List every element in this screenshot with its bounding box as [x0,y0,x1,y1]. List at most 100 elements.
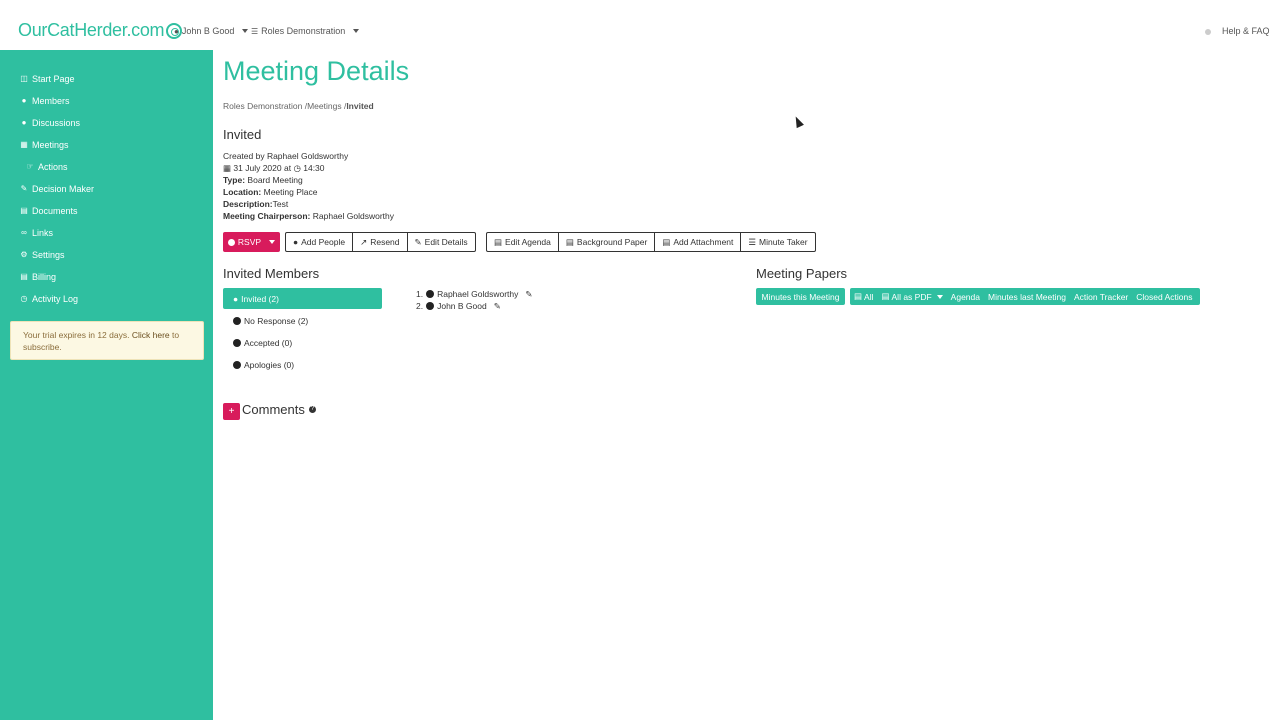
document-icon: ▤ [854,291,863,301]
user-menu[interactable]: ● John B Good [174,26,249,36]
info-icon [233,316,241,325]
sidebar-item-label: Documents [32,206,78,216]
document-icon: ▤ [494,236,503,247]
comments-title: Comments [242,402,305,417]
subscribe-link[interactable]: Click here [132,330,170,340]
top-navbar: OurCatHerder.com ● John B Good ☰ Roles D… [0,0,1280,50]
edit-icon[interactable]: ✎ [525,288,532,300]
filter-accepted[interactable]: Accepted (0) [223,332,382,353]
info-icon [426,302,435,310]
chair-label: Meeting Chairperson: [223,211,311,221]
filter-label: Invited (2) [241,293,279,304]
resend-button[interactable]: ↗ Resend [352,232,408,252]
sidebar-item-members[interactable]: ● Members [20,96,70,106]
sidebar-item-label: Billing [32,272,57,282]
logo[interactable]: OurCatHerder.com [18,20,183,41]
minutes-last-meeting-button[interactable]: Minutes last Meeting [984,292,1070,302]
filter-no-response[interactable]: No Response (2) [223,310,382,331]
breadcrumb-meetings[interactable]: Meetings / [307,101,346,111]
meeting-datetime: ▦ 31 July 2020 at ◷ 14:30 [223,162,394,174]
member-name: Raphael Goldsworthy [437,289,519,299]
list-item: 1. Raphael Goldsworthy ✎ [416,288,532,300]
logo-text: OurCatHerder.com [18,20,165,40]
help-faq-link[interactable]: Help & FAQ [1222,26,1270,36]
chevron-down-icon [353,29,360,33]
users-icon: ● [21,118,27,127]
edit-icon[interactable]: ✎ [494,300,501,312]
sidebar-item-meetings[interactable]: ▦ Meetings [20,140,68,150]
closed-actions-button[interactable]: Closed Actions [1132,292,1196,302]
organisation-menu[interactable]: ☰ Roles Demonstration [251,26,360,36]
edit-details-button[interactable]: ✎ Edit Details [406,232,476,252]
status-dot-icon [1205,29,1211,35]
add-comment-button[interactable]: + [223,403,240,420]
calendar-icon: ▦ [223,163,232,173]
chevron-down-icon [936,294,943,299]
sidebar-item-activity-log[interactable]: ◷ Activity Log [20,294,79,304]
sidebar-item-settings[interactable]: ⚙ Settings [20,250,65,260]
sidebar-item-label: Links [32,228,54,238]
sidebar-item-label: Actions [38,162,68,172]
all-as-pdf-button[interactable]: ▤ All as PDF [877,291,946,302]
add-attachment-label: Add Attachment [673,237,734,247]
list-item: 2. John B Good ✎ [416,300,532,312]
chair-value: Raphael Goldsworthy [312,211,395,221]
all-button[interactable]: ▤ All [850,291,877,302]
breadcrumb-current: Invited [346,101,374,111]
add-attachment-button[interactable]: ▤ Add Attachment [654,232,742,252]
pdf-icon: ▤ [881,291,890,301]
papers-toolbar: ▤ All ▤ All as PDF Agenda Minutes last Mee… [850,288,1200,305]
share-icon: ↗ [360,236,368,247]
filter-invited[interactable]: ● Invited (2) [223,288,382,309]
agenda-label: Agenda [950,291,980,302]
pencil-icon: ✎ [20,184,28,193]
minute-taker-button[interactable]: ☰ Minute Taker [740,232,816,252]
rsvp-button[interactable]: RSVP [223,232,280,252]
users-icon: ● [293,237,299,247]
background-paper-button[interactable]: ▤ Background Paper [557,232,656,252]
sidebar-item-documents[interactable]: ▤ Documents [20,206,78,216]
dashboard-icon: ◫ [20,74,28,83]
clock-icon: ◷ [293,163,301,173]
page-title: Meeting Details [223,56,410,86]
calendar-icon: ▦ [20,140,28,149]
created-by: Created by Raphael Goldsworthy [223,151,349,161]
comments-heading: Comments ? [242,402,316,417]
meeting-actions-group: ● Add People ↗ Resend ✎ Edit Details [285,232,476,252]
filter-label: Accepted (0) [244,337,293,348]
meeting-description: Description:Test [223,198,394,210]
meeting-time: 14:30 [303,163,325,173]
list-number: 2. [416,301,424,311]
filter-apologies[interactable]: Apologies (0) [223,354,382,375]
resend-label: Resend [370,237,400,247]
action-tracker-button[interactable]: Action Tracker [1070,292,1132,302]
sidebar-item-label: Settings [32,250,65,260]
all-label: All [864,291,874,302]
background-paper-label: Background Paper [576,237,648,247]
sidebar-item-discussions[interactable]: ● Discussions [20,118,80,128]
minutes-this-meeting-button[interactable]: Minutes this Meeting [756,288,845,305]
type-value: Board Meeting [247,175,303,185]
type-label: Type: [223,175,246,185]
sidebar-item-actions[interactable]: ☞ Actions [26,162,68,172]
sidebar-item-billing[interactable]: ▤ Billing [20,272,56,282]
member-name: John B Good [437,301,487,311]
edit-agenda-button[interactable]: ▤ Edit Agenda [486,232,559,252]
add-people-button[interactable]: ● Add People [285,232,354,252]
sidebar-item-start-page[interactable]: ◫ Start Page [20,74,74,84]
breadcrumb-organisation[interactable]: Roles Demonstration / [223,101,307,111]
list-icon: ☰ [748,236,757,247]
help-icon[interactable]: ? [308,406,316,413]
sidebar-item-label: Decision Maker [32,184,95,194]
link-icon: ∞ [21,228,27,237]
sidebar-item-decision-maker[interactable]: ✎ Decision Maker [20,184,94,194]
meeting-type: Type: Board Meeting [223,174,394,186]
filter-label: No Response (2) [244,315,309,326]
sidebar-item-links[interactable]: ∞ Links [20,228,53,238]
minutes-last-meeting-label: Minutes last Meeting [987,291,1066,302]
info-icon [227,238,235,246]
sidebar-item-label: Members [32,96,70,106]
sidebar: ◫ Start Page ● Members ● Discussions ▦ M… [0,50,213,720]
newspaper-icon: ▤ [565,236,574,247]
agenda-button[interactable]: Agenda [947,292,984,302]
